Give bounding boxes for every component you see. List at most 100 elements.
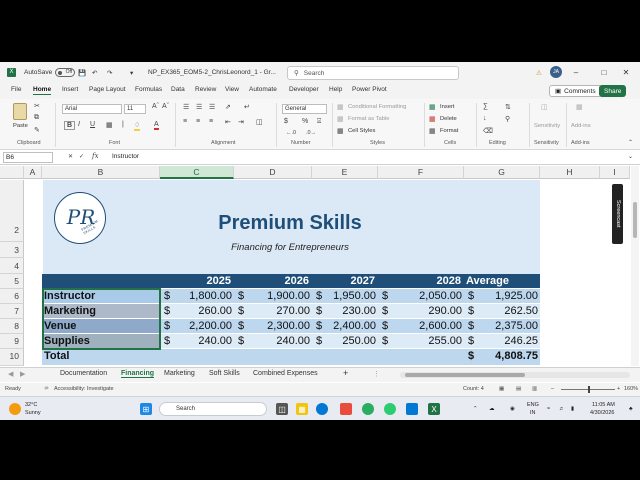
share-button[interactable]: Share bbox=[599, 85, 627, 97]
align-left-icon[interactable]: ≡ bbox=[183, 118, 187, 125]
page-layout-view-icon[interactable]: ▤ bbox=[516, 386, 521, 392]
underline-icon[interactable]: U bbox=[90, 121, 95, 128]
sheet-tab-financing[interactable]: Financing bbox=[121, 370, 155, 378]
align-top-icon[interactable]: ☰ bbox=[183, 103, 189, 111]
column-header[interactable]: H bbox=[540, 166, 600, 179]
value-cell[interactable]: $255.00 bbox=[378, 334, 464, 349]
minimize-icon[interactable]: – bbox=[562, 62, 590, 83]
sheet-tab-documentation[interactable]: Documentation bbox=[60, 370, 107, 377]
increase-decimal-icon[interactable]: ←.0 bbox=[286, 130, 296, 136]
tray-chevron-icon[interactable]: ⌃ bbox=[473, 406, 478, 412]
decrease-indent-icon[interactable]: ⇤ bbox=[225, 118, 231, 126]
sheet-tab-combined-expenses[interactable]: Combined Expenses bbox=[253, 370, 318, 377]
row-label-marketing[interactable]: Marketing bbox=[42, 304, 160, 319]
bold-icon[interactable]: B bbox=[64, 121, 76, 130]
row-header[interactable]: 3 bbox=[0, 242, 24, 258]
value-cell[interactable]: $2,050.00 bbox=[378, 289, 464, 304]
page-break-view-icon[interactable]: ▥ bbox=[532, 386, 537, 392]
tab-formulas[interactable]: Formulas bbox=[135, 86, 162, 93]
next-sheet-icon[interactable]: ▶ bbox=[20, 370, 25, 378]
row-header[interactable]: 6 bbox=[0, 289, 24, 304]
volume-icon[interactable]: ♬ bbox=[559, 406, 565, 412]
chrome-browser-icon[interactable] bbox=[362, 403, 374, 415]
orientation-icon[interactable]: ⇗ bbox=[225, 103, 231, 111]
comments-button[interactable]: ▣ Comments bbox=[549, 85, 602, 97]
file-explorer-icon[interactable]: ▦ bbox=[296, 403, 308, 415]
taskbar-search[interactable]: Search bbox=[159, 402, 267, 416]
sensitivity-icon[interactable]: ◫ bbox=[541, 103, 548, 111]
value-cell[interactable]: $246.25 bbox=[464, 334, 540, 349]
year-header-2026[interactable]: 2026 bbox=[234, 274, 312, 289]
value-cell[interactable]: $290.00 bbox=[378, 304, 464, 319]
row-header[interactable]: 4 bbox=[0, 258, 24, 274]
wrap-text-icon[interactable]: ↵ bbox=[244, 103, 250, 111]
column-header[interactable]: I bbox=[600, 166, 630, 179]
teams-icon[interactable] bbox=[406, 403, 418, 415]
format-painter-icon[interactable]: ✎ bbox=[34, 126, 40, 134]
value-cell[interactable]: $2,200.00 bbox=[160, 319, 234, 334]
number-format-select[interactable]: General bbox=[282, 104, 327, 114]
align-right-icon[interactable]: ≡ bbox=[209, 118, 213, 125]
decrease-decimal-icon[interactable]: .0→ bbox=[306, 130, 316, 136]
average-header[interactable]: Average bbox=[464, 274, 540, 289]
addins-icon[interactable]: ▦ bbox=[576, 103, 583, 111]
value-cell[interactable]: $240.00 bbox=[234, 334, 312, 349]
accessibility-status[interactable]: Accessibility: Investigate bbox=[54, 386, 114, 392]
value-cell[interactable]: $260.00 bbox=[160, 304, 234, 319]
value-cell[interactable]: $1,800.00 bbox=[160, 289, 234, 304]
tab-page-layout[interactable]: Page Layout bbox=[89, 86, 126, 93]
value-cell[interactable]: $1,900.00 bbox=[234, 289, 312, 304]
tab-file[interactable]: File bbox=[11, 86, 21, 93]
language-region[interactable]: IN bbox=[530, 410, 536, 416]
horizontal-scroll-thumb[interactable] bbox=[405, 373, 525, 377]
total-label[interactable]: Total bbox=[42, 349, 160, 366]
insert-function-icon[interactable]: fx bbox=[92, 152, 99, 160]
clock-date[interactable]: 4/30/2026 bbox=[590, 410, 614, 416]
tab-help[interactable]: Help bbox=[329, 86, 342, 93]
excel-taskbar-icon[interactable]: X bbox=[428, 403, 440, 415]
row-label-supplies[interactable]: Supplies bbox=[42, 334, 160, 349]
start-windows-icon[interactable]: ⊞ bbox=[140, 403, 152, 415]
cell-styles-button[interactable]: Cell Styles bbox=[348, 128, 375, 134]
value-cell[interactable]: $2,375.00 bbox=[464, 319, 540, 334]
tab-power-pivot[interactable]: Power Pivot bbox=[352, 86, 387, 93]
search-box[interactable]: ⚲ Search bbox=[287, 66, 459, 80]
row-header[interactable]: 7 bbox=[0, 304, 24, 319]
align-center-icon[interactable]: ≡ bbox=[196, 118, 200, 125]
redo-icon[interactable]: ↷ bbox=[107, 62, 112, 83]
add-sheet-button[interactable]: + bbox=[343, 368, 348, 378]
clock-time[interactable]: 11:05 AM bbox=[592, 402, 615, 408]
column-header[interactable]: C bbox=[160, 166, 234, 179]
insert-cells-button[interactable]: Insert bbox=[440, 104, 455, 110]
tab-view[interactable]: View bbox=[225, 86, 239, 93]
format-as-table-button[interactable]: Format as Table bbox=[348, 116, 389, 122]
column-header[interactable]: D bbox=[234, 166, 312, 179]
horizontal-scrollbar[interactable] bbox=[400, 372, 630, 378]
vertical-scroll-thumb[interactable] bbox=[633, 202, 637, 238]
chrome-profile-icon[interactable] bbox=[384, 403, 396, 415]
name-box[interactable]: B6 bbox=[3, 152, 53, 163]
italic-icon[interactable]: I bbox=[78, 121, 80, 128]
conditional-formatting-button[interactable]: Conditional Formatting bbox=[348, 104, 406, 110]
notification-bell-icon[interactable]: ♣ bbox=[629, 406, 633, 412]
tray-app-icon[interactable]: ☁ bbox=[489, 406, 495, 412]
language-code[interactable]: ENG bbox=[527, 402, 539, 408]
zoom-out-icon[interactable]: – bbox=[551, 386, 554, 392]
weather-icon[interactable] bbox=[9, 403, 21, 415]
column-header[interactable]: A bbox=[24, 166, 42, 179]
row-label-venue[interactable]: Venue bbox=[42, 319, 160, 334]
wifi-icon[interactable]: ≈ bbox=[547, 406, 550, 412]
autosave-toggle[interactable]: AutoSave Off bbox=[24, 62, 76, 83]
align-bottom-icon[interactable]: ☰ bbox=[209, 103, 215, 111]
undo-icon[interactable]: ↶ bbox=[92, 62, 97, 83]
currency-icon[interactable]: $ bbox=[284, 118, 288, 125]
comma-style-icon[interactable]: ⍓ bbox=[317, 118, 321, 126]
fill-color-icon[interactable]: ♢ bbox=[134, 121, 141, 131]
task-view-icon[interactable]: ◫ bbox=[276, 403, 288, 415]
battery-icon[interactable]: ▮ bbox=[571, 406, 574, 412]
value-cell[interactable]: $1,950.00 bbox=[312, 289, 378, 304]
borders-icon[interactable]: ▦ bbox=[106, 121, 113, 129]
row-label-instructor[interactable]: Instructor bbox=[42, 289, 160, 304]
value-cell[interactable]: $1,925.00 bbox=[464, 289, 540, 304]
tab-developer[interactable]: Developer bbox=[289, 86, 319, 93]
